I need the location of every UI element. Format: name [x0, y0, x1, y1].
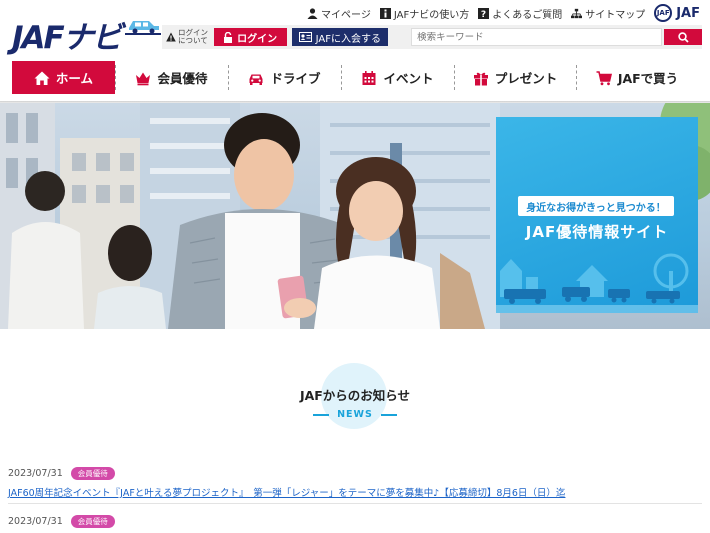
- promo-tagline: 身近なお得がきっと見つかる！: [518, 196, 674, 216]
- news-subtitle-line-left: [313, 413, 330, 416]
- promo-panel[interactable]: 身近なお得がきっと見つかる！ JAF優待情報サイト: [496, 117, 698, 313]
- login-button[interactable]: ログイン: [213, 28, 287, 46]
- car-icon: [249, 74, 263, 85]
- news-category-badge: 会員優待: [70, 515, 115, 528]
- jaf-org-link[interactable]: JAF JAF: [654, 4, 700, 22]
- join-label: JAFに入会する: [315, 33, 381, 45]
- lock-icon: [224, 31, 233, 43]
- cart-icon: [596, 70, 612, 85]
- sitemap-label: サイトマップ: [585, 9, 646, 21]
- faq-link[interactable]: ? よくあるご質問: [478, 6, 562, 21]
- news-item: 2023/07/31 会員優待: [8, 515, 702, 528]
- faq-label: よくあるご質問: [492, 9, 563, 21]
- logo-text: JAFナビ: [12, 20, 123, 56]
- news-title: JAFからのお知らせ: [299, 388, 411, 403]
- person-icon: [307, 7, 318, 19]
- join-jaf-button[interactable]: JAFに入会する: [291, 28, 389, 46]
- nav-drive-label: ドライブ: [270, 71, 321, 86]
- nav-home[interactable]: ホーム: [12, 61, 115, 94]
- nav-home-label: ホーム: [55, 71, 94, 86]
- global-nav: ホーム 会員優待 ドライブ イベント プレゼント JAFで買う: [12, 61, 698, 94]
- news-subtitle-label: NEWS: [337, 409, 373, 420]
- town-illustration-icon: [496, 253, 698, 313]
- mypage-label: マイページ: [321, 9, 371, 21]
- nav-presents-label: プレゼント: [494, 71, 558, 86]
- news-item: 2023/07/31 会員優待 JAF60周年記念イベント『JAFと叶える夢プロ…: [8, 467, 702, 499]
- nav-events[interactable]: イベント: [341, 61, 454, 94]
- news-category-badge: 会員優待: [70, 467, 115, 480]
- jaf-navi-logo[interactable]: JAFナビ: [12, 10, 162, 56]
- nav-shop-label: JAFで買う: [617, 71, 679, 86]
- gift-icon: [473, 72, 488, 85]
- about-login-label: ログイン について: [178, 28, 208, 45]
- howto-label: JAFナビの使い方: [393, 9, 470, 21]
- question-icon: ?: [478, 7, 490, 19]
- news-subtitle: NEWS: [0, 409, 710, 420]
- nav-drive[interactable]: ドライブ: [228, 61, 341, 94]
- news-subtitle-line-right: [380, 413, 397, 416]
- nav-events-label: イベント: [383, 71, 434, 86]
- promo-title: JAF優待情報サイト: [525, 223, 669, 241]
- nav-presents[interactable]: プレゼント: [454, 61, 576, 94]
- howto-link[interactable]: JAFナビの使い方: [379, 6, 470, 21]
- info-icon: [379, 7, 391, 19]
- jaf-org-text: JAF: [676, 5, 700, 21]
- login-label: ログイン: [237, 33, 278, 45]
- sitemap-link[interactable]: サイトマップ: [571, 6, 645, 21]
- nav-member-benefits[interactable]: 会員優待: [115, 61, 228, 94]
- hero-banner[interactable]: 身近なお得がきっと見つかる！ JAF優待情報サイト: [0, 103, 710, 329]
- utility-links: マイページ JAFナビの使い方 ? よくあるご質問 サイトマップ JAF JAF: [307, 4, 700, 22]
- search-icon: [677, 31, 689, 43]
- crown-icon: [136, 72, 151, 85]
- calendar-icon: [362, 70, 376, 85]
- mypage-link[interactable]: マイページ: [307, 6, 371, 21]
- home-icon: [34, 71, 50, 85]
- nav-member-benefits-label: 会員優待: [157, 71, 208, 86]
- news-date: 2023/07/31: [8, 468, 63, 479]
- member-card-icon: [298, 32, 312, 42]
- jaf-seal-icon: JAF: [654, 4, 673, 22]
- news-link[interactable]: JAF60周年記念イベント『JAFと叶える夢プロジェクト』 第一弾「レジャー」を…: [8, 485, 702, 499]
- search-input[interactable]: [417, 31, 662, 43]
- sitemap-icon: [571, 8, 583, 19]
- nav-shop[interactable]: JAFで買う: [576, 61, 698, 94]
- search-button[interactable]: [664, 29, 702, 45]
- news-date: 2023/07/31: [8, 516, 63, 527]
- svg-text:?: ?: [481, 10, 486, 19]
- news-divider: [8, 503, 702, 504]
- logo-car-icon: [125, 21, 161, 35]
- search-box: [411, 28, 663, 46]
- about-login-link[interactable]: ログイン について: [166, 29, 212, 45]
- login-search-bar: ログイン について ログイン JAFに入会する: [162, 25, 702, 49]
- warning-icon: [166, 32, 176, 42]
